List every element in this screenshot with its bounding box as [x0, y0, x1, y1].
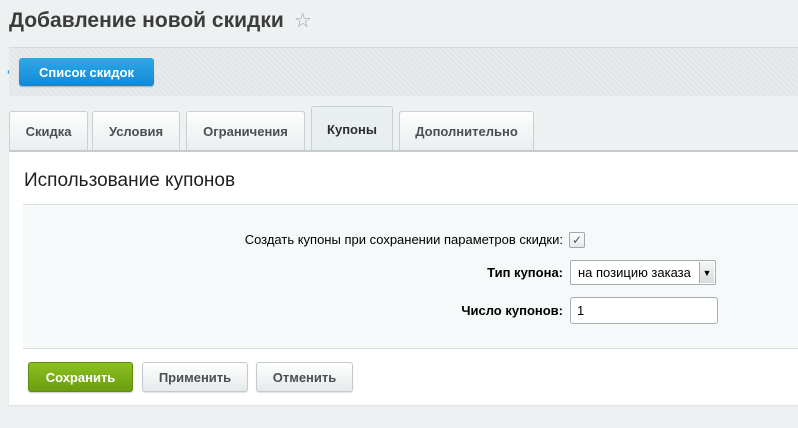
chevron-down-icon[interactable]: ▼: [699, 262, 714, 283]
tab-additional[interactable]: Дополнительно: [399, 111, 534, 150]
toolbar: Список скидок: [9, 47, 798, 96]
coupon-type-select[interactable]: на позицию заказа ▼: [570, 260, 716, 285]
main-panel: Использование купонов Создать купоны при…: [9, 150, 798, 405]
tab-coupons[interactable]: Купоны: [311, 106, 393, 151]
coupon-count-input[interactable]: 1: [570, 297, 718, 324]
coupon-type-label: Тип купона:: [487, 265, 563, 280]
create-coupons-label: Создать купоны при сохранении параметров…: [244, 232, 563, 247]
section-title: Использование купонов: [24, 170, 236, 191]
page-title: Добавление новой скидки ☆: [9, 8, 312, 33]
coupon-form: Создать купоны при сохранении параметров…: [23, 204, 798, 349]
discount-list-button[interactable]: Список скидок: [19, 58, 154, 86]
tab-discount[interactable]: Скидка: [9, 111, 88, 150]
coupon-type-value: на позицию заказа: [578, 265, 691, 280]
cancel-button[interactable]: Отменить: [256, 362, 353, 392]
save-button[interactable]: Сохранить: [28, 362, 133, 392]
coupon-count-label: Число купонов:: [461, 303, 563, 318]
apply-button[interactable]: Применить: [142, 362, 248, 392]
tab-restrictions[interactable]: Ограничения: [186, 111, 305, 150]
back-button-wrap: Список скидок: [19, 58, 154, 86]
page-title-text: Добавление новой скидки: [9, 8, 284, 32]
star-icon[interactable]: ☆: [294, 8, 312, 33]
check-icon: ✓: [571, 233, 583, 247]
create-coupons-checkbox[interactable]: ✓: [569, 232, 585, 248]
tab-conditions[interactable]: Условия: [92, 111, 180, 150]
